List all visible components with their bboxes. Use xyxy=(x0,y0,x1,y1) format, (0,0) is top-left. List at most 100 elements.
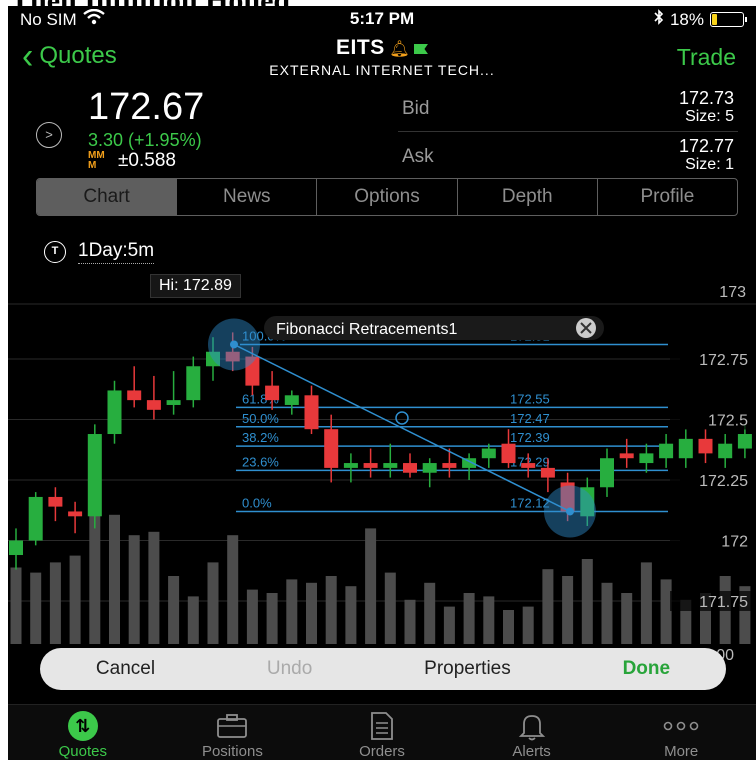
cancel-button[interactable]: Cancel xyxy=(96,658,155,680)
candle-body xyxy=(501,443,516,464)
ask-label: Ask xyxy=(402,146,434,167)
tabbar-more[interactable]: More xyxy=(606,705,756,760)
fib-percent-label: 23.6% xyxy=(242,454,279,469)
tabbar-alerts[interactable]: Alerts xyxy=(457,705,607,760)
done-button[interactable]: Done xyxy=(623,658,671,680)
tab-options[interactable]: Options xyxy=(316,179,456,215)
candle-body xyxy=(186,366,201,401)
trade-button[interactable]: Trade xyxy=(677,44,736,71)
volume-bar xyxy=(404,599,416,644)
volume-bar xyxy=(30,572,42,644)
volume-bar xyxy=(109,514,120,644)
volume-bar xyxy=(49,562,61,644)
y-tick-label: 172.75 xyxy=(699,352,748,369)
volume-bar xyxy=(168,576,180,644)
candle-body xyxy=(698,438,713,454)
quote-panel: > 172.67 3.30 (+1.95%) MM M ±0.588 Bid 17… xyxy=(8,86,756,182)
status-right: 18% xyxy=(654,9,747,30)
candle-body xyxy=(619,453,634,459)
volume-bar xyxy=(424,582,436,644)
fib-anchor-dot xyxy=(230,340,238,349)
document-icon xyxy=(307,709,457,743)
fib-percent-label: 0.0% xyxy=(242,495,272,510)
bid-row[interactable]: Bid 172.73 Size: 5 xyxy=(398,86,738,132)
volume-bar xyxy=(621,593,633,644)
candle-body xyxy=(48,496,63,507)
tab-chart[interactable]: Chart xyxy=(37,179,177,215)
study-name: Fibonacci Retracements1 xyxy=(276,321,458,338)
tabbar-orders[interactable]: Orders xyxy=(307,705,457,760)
nav-title: EITS 🔔︎ EXTERNAL INTERNET TECH... xyxy=(8,36,756,78)
candle-body xyxy=(166,400,181,405)
expand-details-icon[interactable]: > xyxy=(36,122,62,148)
volume-bar xyxy=(10,567,22,644)
volume-bar xyxy=(384,572,396,644)
candle-body xyxy=(343,463,358,468)
candle-body xyxy=(600,458,614,488)
tab-profile[interactable]: Profile xyxy=(596,179,737,215)
volume-bar xyxy=(148,531,160,644)
market-maker-move: MM M ±0.588 xyxy=(88,150,176,172)
properties-button[interactable]: Properties xyxy=(424,658,511,680)
time-icon: T xyxy=(44,241,66,263)
briefcase-icon xyxy=(158,709,308,743)
fib-mid-handle xyxy=(395,411,409,425)
candle-body xyxy=(68,511,83,517)
status-bar: No SIM 5:17 PM 18% xyxy=(8,6,756,32)
volume-bar xyxy=(542,569,554,644)
battery-percent: 18% xyxy=(669,9,704,29)
candle-body xyxy=(284,395,299,405)
tab-news[interactable]: News xyxy=(176,179,316,215)
volume-bar xyxy=(463,593,475,644)
phone-screen: No SIM 5:17 PM 18% ‹ Quotes EITS 🔔︎ EXTE… xyxy=(8,6,756,760)
volume-bar xyxy=(266,593,278,644)
fib-price-label: 172.39 xyxy=(510,430,550,445)
bid-size: Size: 5 xyxy=(685,108,734,125)
ticker-symbol: EITS xyxy=(336,36,385,59)
last-price: 172.67 xyxy=(88,86,205,128)
ask-price: 172.77 xyxy=(678,136,734,156)
y-tick-label: 172 xyxy=(721,534,748,551)
price-chart[interactable]: 100.0%172.8161.8%172.5550.0%172.4738.2%1… xyxy=(8,302,756,662)
volume-bar xyxy=(69,555,81,644)
quotes-icon: ⇅ xyxy=(67,711,98,741)
bell-icon: 🔔︎ xyxy=(389,41,410,58)
tabbar-more-label: More xyxy=(664,743,699,760)
interval-selector[interactable]: T 1Day:5m xyxy=(44,240,155,264)
candle-body xyxy=(363,463,378,468)
volume-bar xyxy=(503,610,514,644)
candle-body xyxy=(304,395,319,430)
undo-button[interactable]: Undo xyxy=(267,658,312,680)
battery-icon xyxy=(710,12,747,27)
status-time: 5:17 PM xyxy=(349,9,415,28)
candle-body xyxy=(422,463,437,473)
tabbar-quotes[interactable]: ⇅ Quotes xyxy=(8,705,158,760)
bid-ask-panel: Bid 172.73 Size: 5 Ask 172.77 Size: 1 xyxy=(398,86,738,178)
ask-row[interactable]: Ask 172.77 Size: 1 xyxy=(398,134,738,180)
volume-bar xyxy=(581,559,593,644)
candle-body xyxy=(659,443,674,459)
fib-price-label: 172.47 xyxy=(510,411,550,426)
volume-bar xyxy=(345,586,357,644)
candle-body xyxy=(540,467,555,478)
bluetooth-icon xyxy=(654,9,664,30)
volume-bar xyxy=(306,582,317,644)
candle-body xyxy=(639,453,654,464)
fib-percent-label: 50.0% xyxy=(242,411,279,426)
tabbar-positions[interactable]: Positions xyxy=(158,705,308,760)
candle-body xyxy=(521,463,536,468)
volume-bar xyxy=(128,535,140,644)
tabbar-positions-label: Positions xyxy=(201,743,263,760)
candle-body xyxy=(146,400,161,410)
candle-body xyxy=(718,443,733,459)
volume-bar xyxy=(207,562,219,644)
candle-body xyxy=(9,540,23,556)
tab-depth[interactable]: Depth xyxy=(456,179,597,215)
hi-label: Hi: 172.89 xyxy=(150,274,241,298)
volume-bar xyxy=(522,606,534,644)
price-change: 3.30 (+1.95%) xyxy=(88,130,202,150)
candle-body xyxy=(678,438,693,459)
candle-body xyxy=(324,429,339,468)
candle-body xyxy=(127,390,142,401)
volume-bar xyxy=(601,582,613,644)
